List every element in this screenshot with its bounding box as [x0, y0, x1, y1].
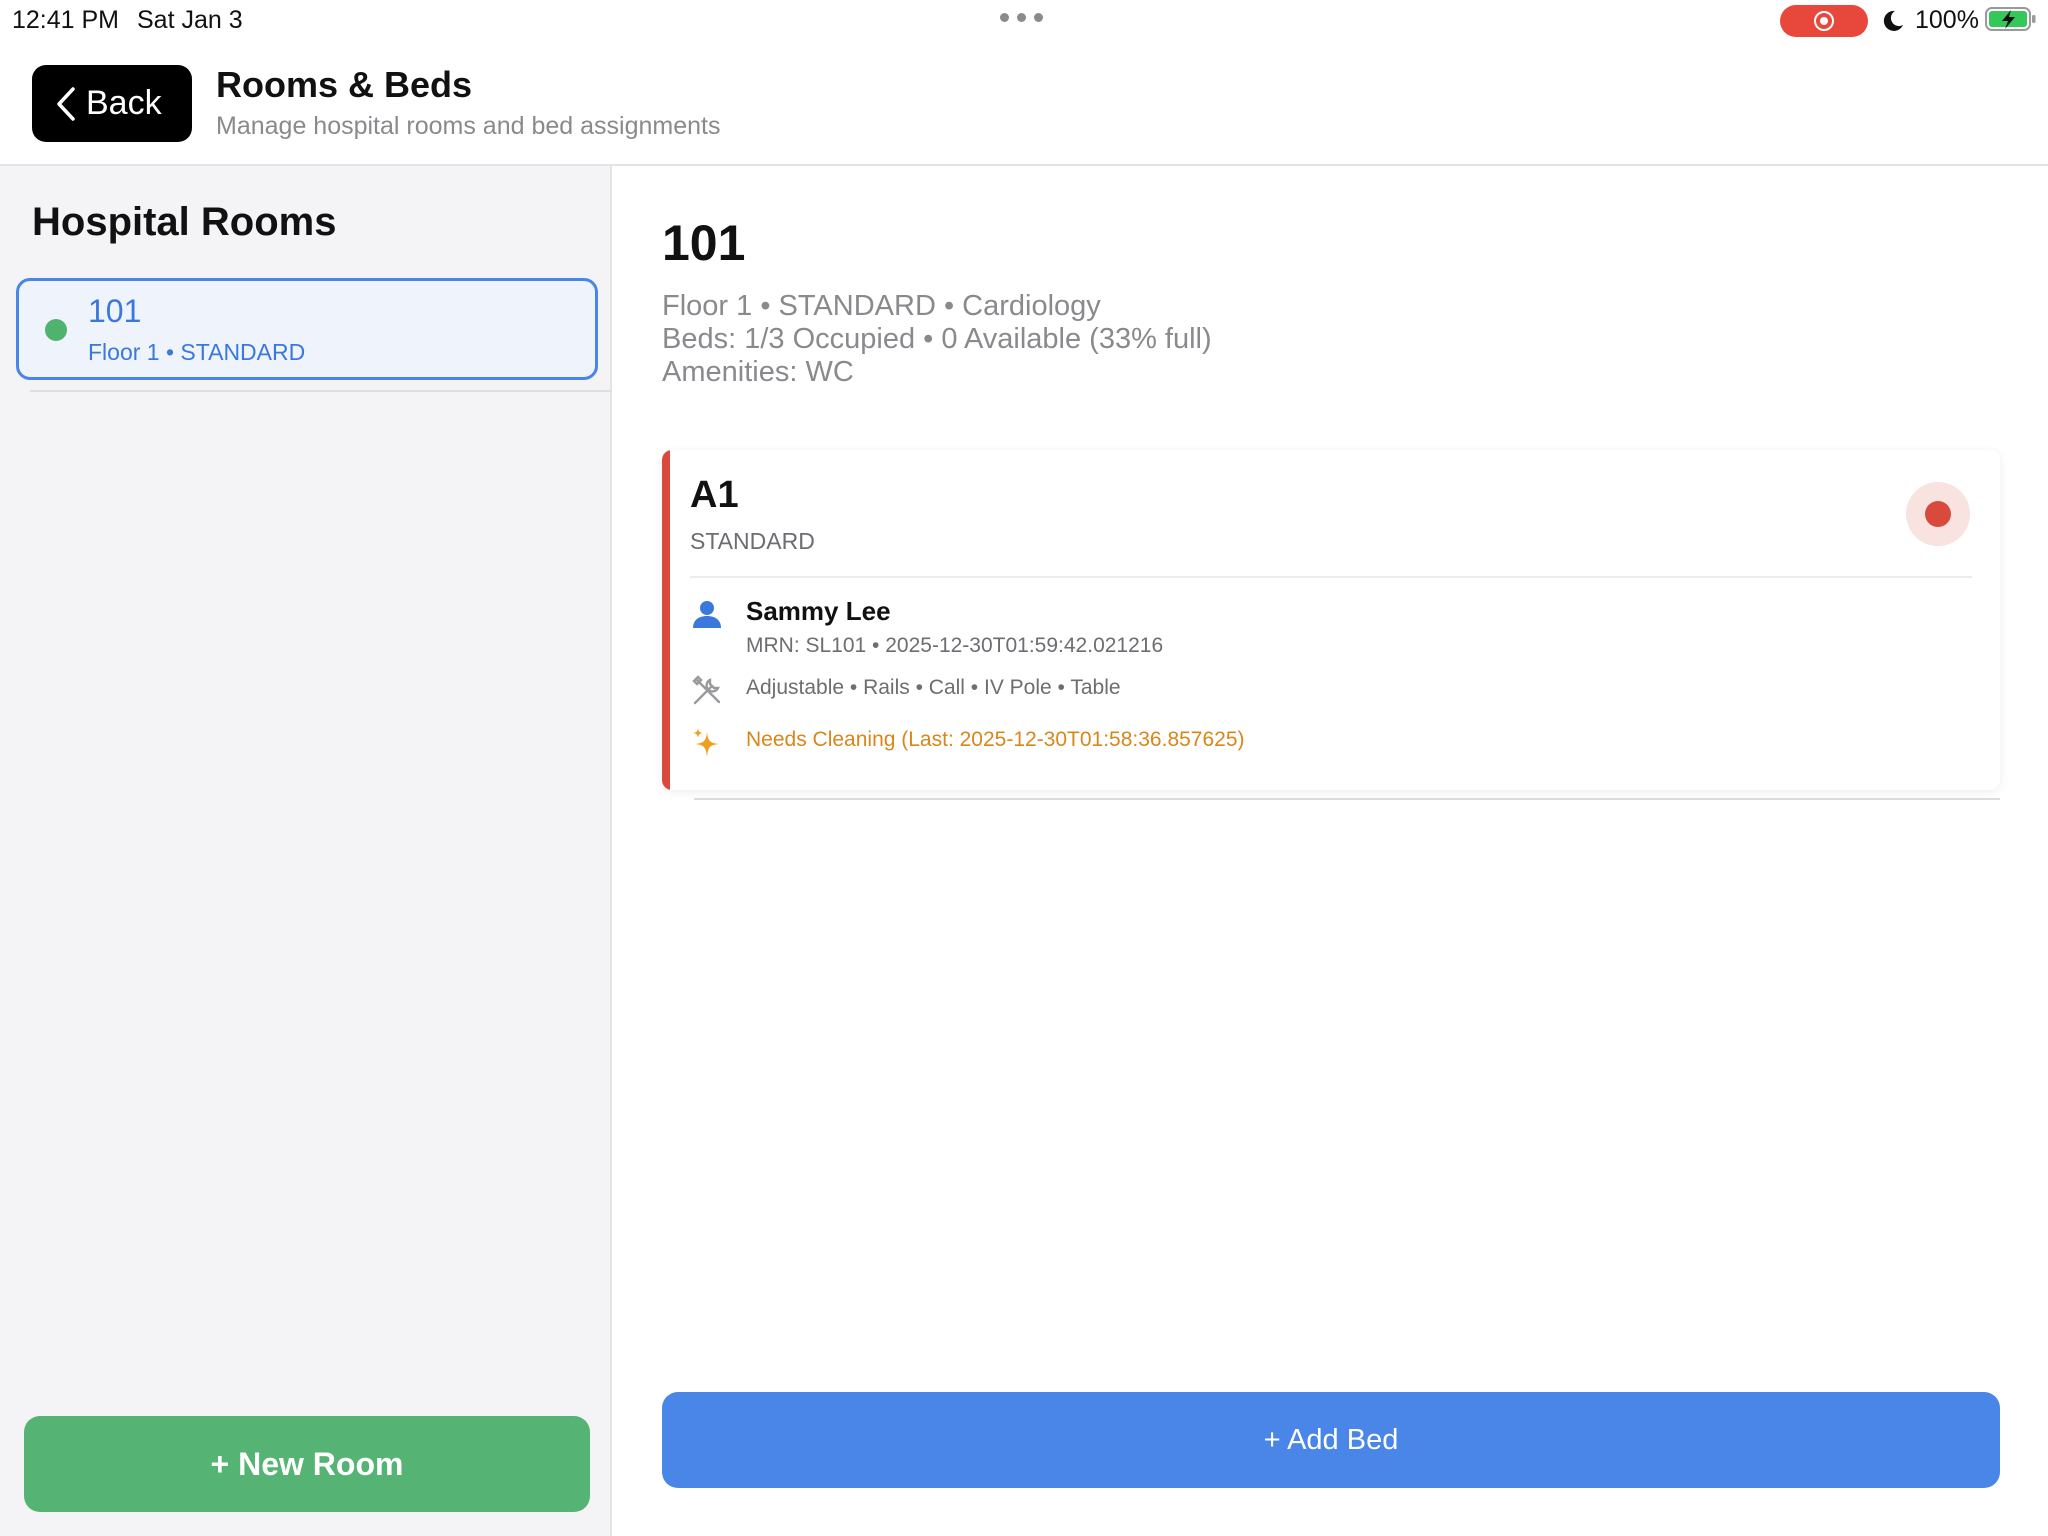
new-room-button[interactable]: + New Room: [24, 1416, 590, 1512]
bed-type: STANDARD: [690, 528, 815, 554]
room-amenities: Amenities: WC: [662, 356, 854, 388]
page-subtitle: Manage hospital rooms and bed assignment…: [216, 112, 721, 140]
room-detail-title: 101: [662, 215, 746, 271]
status-time: 12:41 PM: [12, 6, 120, 34]
back-button-label: Back: [86, 84, 162, 122]
screen-recording-indicator[interactable]: [1780, 5, 1868, 37]
sparkles-icon: [693, 728, 719, 757]
sidebar-divider: [30, 390, 612, 392]
bed-list-divider: [694, 798, 2000, 800]
status-date: Sat Jan 3: [137, 6, 243, 34]
page-title: Rooms & Beds: [216, 64, 473, 105]
cleaning-status: Needs Cleaning (Last: 2025-12-30T01:58:3…: [746, 728, 1245, 751]
bed-card[interactable]: A1 STANDARD Sammy Lee MRN: SL101 • 2025-…: [662, 450, 2000, 790]
rooms-sidebar: Hospital Rooms 101 Floor 1 • STANDARD + …: [0, 166, 612, 1536]
room-meta: Floor 1 • STANDARD: [88, 339, 306, 365]
room-number: 101: [88, 293, 142, 329]
patient-mrn: MRN: SL101 • 2025-12-30T01:59:42.021216: [746, 634, 1164, 657]
bed-features: Adjustable • Rails • Call • IV Pole • Ta…: [746, 676, 1121, 699]
bed-name: A1: [690, 474, 739, 516]
patient-name: Sammy Lee: [746, 596, 891, 626]
tools-icon: [692, 675, 721, 705]
top-header: Back Rooms & Beds Manage hospital rooms …: [0, 40, 2048, 166]
multitasking-dots-icon[interactable]: [1000, 13, 1043, 22]
room-beds-summary: Beds: 1/3 Occupied • 0 Available (33% fu…: [662, 323, 1212, 355]
chevron-left-icon: [57, 86, 75, 121]
bed-status-indicator: [1906, 482, 1970, 546]
status-bar: 12:41 PM Sat Jan 3 100%: [0, 0, 2048, 40]
add-bed-button[interactable]: + Add Bed: [662, 1392, 2000, 1488]
battery-charging-icon: [1985, 7, 2036, 31]
battery-percentage: 100%: [1915, 6, 1979, 34]
record-icon: [1814, 11, 1834, 31]
sidebar-title: Hospital Rooms: [32, 200, 337, 244]
back-button[interactable]: Back: [32, 65, 192, 142]
room-list-item[interactable]: 101 Floor 1 • STANDARD: [16, 278, 598, 380]
person-icon: [693, 601, 721, 628]
moon-icon: [1883, 10, 1903, 31]
room-info-line: Floor 1 • STANDARD • Cardiology: [662, 290, 1101, 322]
bed-status-stripe: [662, 450, 670, 790]
room-status-dot: [45, 319, 67, 341]
bed-card-divider: [690, 576, 1972, 578]
